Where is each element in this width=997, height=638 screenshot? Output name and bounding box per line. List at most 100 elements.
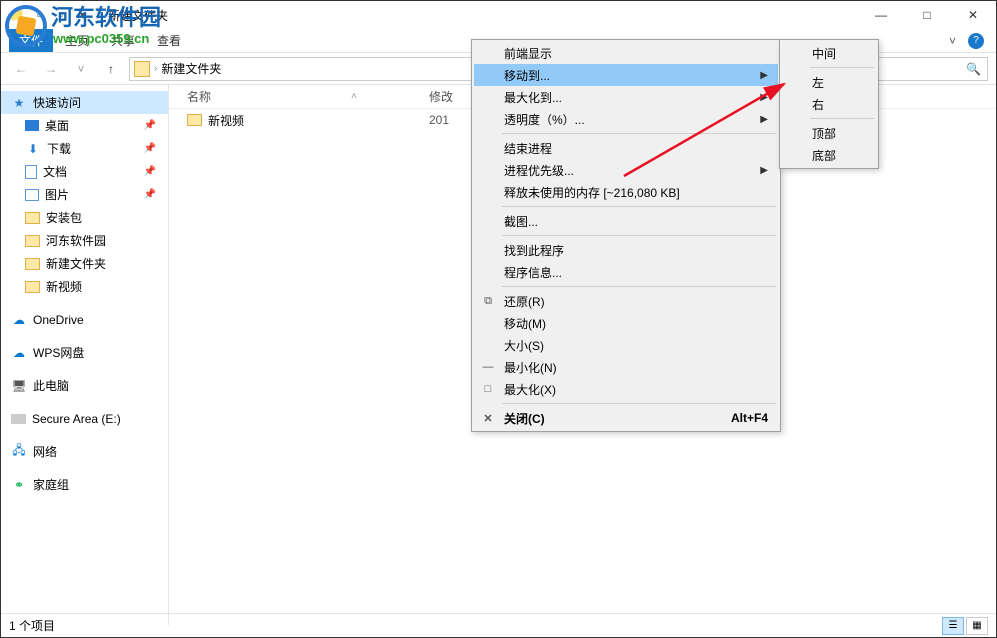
menu-item-close[interactable]: ✕关闭(C)Alt+F4 xyxy=(474,407,778,429)
context-menu: 前端显示 移动到...▶ 最大化到...▶ 透明度（%）...▶ 结束进程 进程… xyxy=(471,39,781,432)
menu-item-end-process[interactable]: 结束进程 xyxy=(474,137,778,159)
desktop-icon xyxy=(25,120,39,131)
menu-separator xyxy=(502,235,776,236)
submenu-item-center[interactable]: 中间 xyxy=(782,42,876,64)
submenu-item-right[interactable]: 右 xyxy=(782,93,876,115)
sidebar-item-documents[interactable]: 文档📌 xyxy=(1,160,168,183)
status-bar: 1 个项目 ☰ ▦ xyxy=(1,613,996,637)
minimize-button[interactable]: — xyxy=(858,1,904,29)
submenu-arrow-icon: ▶ xyxy=(760,165,768,176)
pic-icon xyxy=(25,189,39,201)
history-dropdown[interactable]: ˅ xyxy=(69,57,93,81)
sidebar-drive[interactable]: Secure Area (E:) xyxy=(1,407,168,430)
sidebar-item-folder[interactable]: 新建文件夹 xyxy=(1,252,168,275)
tab-home[interactable]: 主页 xyxy=(55,29,99,52)
menu-item-size[interactable]: 大小(S) xyxy=(474,334,778,356)
menu-item-transparency[interactable]: 透明度（%）...▶ xyxy=(474,108,778,130)
forward-button[interactable]: → xyxy=(39,57,63,81)
menu-item-restore[interactable]: ⧉还原(R) xyxy=(474,290,778,312)
sidebar-quick-access[interactable]: ★ 快速访问 xyxy=(1,91,168,114)
qat-dropdown[interactable]: ▾ xyxy=(75,7,91,23)
window-title: 新建文件夹 xyxy=(108,7,168,24)
menu-separator xyxy=(502,133,776,134)
menu-separator xyxy=(810,67,874,68)
qat-icon2[interactable]: ▫ xyxy=(53,7,69,23)
download-icon: ⬇ xyxy=(25,141,41,157)
menu-item-maximize[interactable]: □最大化(X) xyxy=(474,378,778,400)
pin-icon: 📌 xyxy=(144,166,156,177)
sidebar-item-desktop[interactable]: 桌面📌 xyxy=(1,114,168,137)
sidebar-this-pc[interactable]: 🖥此电脑 xyxy=(1,374,168,397)
view-details-button[interactable]: ☰ xyxy=(942,617,964,635)
sidebar-label: 快速访问 xyxy=(33,94,81,111)
menu-item-move[interactable]: 移动(M) xyxy=(474,312,778,334)
search-icon: 🔍 xyxy=(966,62,981,76)
chevron-icon[interactable]: › xyxy=(154,63,157,74)
menu-item-minimize[interactable]: —最小化(N) xyxy=(474,356,778,378)
folder-icon xyxy=(25,235,40,247)
homegroup-icon: ⚭ xyxy=(11,477,27,493)
close-button[interactable]: ✕ xyxy=(950,1,996,29)
sidebar-item-folder[interactable]: 安装包 xyxy=(1,206,168,229)
submenu-move-to: 中间 左 右 顶部 底部 xyxy=(779,39,879,169)
cloud-icon: ☁ xyxy=(11,312,27,328)
network-icon: 🖧 xyxy=(11,444,27,460)
menu-item-screenshot[interactable]: 截图... xyxy=(474,210,778,232)
menu-item-maximize-to[interactable]: 最大化到...▶ xyxy=(474,86,778,108)
sidebar-item-pictures[interactable]: 图片📌 xyxy=(1,183,168,206)
folder-icon xyxy=(25,258,40,270)
up-button[interactable]: ↑ xyxy=(99,57,123,81)
pin-icon: 📌 xyxy=(144,189,156,200)
submenu-item-top[interactable]: 顶部 xyxy=(782,122,876,144)
folder-icon xyxy=(134,61,150,77)
menu-item-priority[interactable]: 进程优先级...▶ xyxy=(474,159,778,181)
menu-item-front[interactable]: 前端显示 xyxy=(474,42,778,64)
menu-item-program-info[interactable]: 程序信息... xyxy=(474,261,778,283)
menu-separator xyxy=(810,118,874,119)
menu-separator xyxy=(502,286,776,287)
folder-icon xyxy=(25,212,40,224)
sidebar-wps[interactable]: ☁WPS网盘 xyxy=(1,341,168,364)
tab-share[interactable]: 共享 xyxy=(101,29,145,52)
ribbon-collapse[interactable]: ˅ xyxy=(949,34,956,48)
close-icon: ✕ xyxy=(480,412,496,425)
submenu-item-bottom[interactable]: 底部 xyxy=(782,144,876,166)
star-icon: ★ xyxy=(11,95,27,111)
column-name[interactable]: 名称˄ xyxy=(169,88,429,105)
titlebar: 📁 ▫ ▫ ▾ 新建文件夹 — □ ✕ xyxy=(1,1,996,29)
qat-icon1[interactable]: ▫ xyxy=(31,7,47,23)
menu-item-free-memory[interactable]: 释放未使用的内存 [~216,080 KB] xyxy=(474,181,778,203)
view-large-button[interactable]: ▦ xyxy=(966,617,988,635)
menu-separator xyxy=(502,206,776,207)
sidebar-network[interactable]: 🖧网络 xyxy=(1,440,168,463)
maximize-button[interactable]: □ xyxy=(904,1,950,29)
menu-item-find-program[interactable]: 找到此程序 xyxy=(474,239,778,261)
sidebar-homegroup[interactable]: ⚭家庭组 xyxy=(1,473,168,496)
sidebar: ★ 快速访问 桌面📌 ⬇下载📌 文档📌 图片📌 安装包 河东软件园 新建文件夹 … xyxy=(1,85,169,625)
status-count: 1 个项目 xyxy=(9,617,55,634)
minimize-icon: — xyxy=(480,361,496,373)
cloud-icon: ☁ xyxy=(11,345,27,361)
maximize-icon: □ xyxy=(480,383,496,395)
submenu-arrow-icon: ▶ xyxy=(760,114,768,125)
pin-icon: 📌 xyxy=(144,143,156,154)
submenu-arrow-icon: ▶ xyxy=(760,70,768,81)
search-input[interactable]: 🔍 xyxy=(868,57,988,81)
file-tab[interactable]: 文件 xyxy=(9,29,53,52)
folder-icon: 📁 xyxy=(9,7,25,23)
sidebar-item-folder[interactable]: 河东软件园 xyxy=(1,229,168,252)
menu-item-move-to[interactable]: 移动到...▶ xyxy=(474,64,778,86)
sidebar-onedrive[interactable]: ☁OneDrive xyxy=(1,308,168,331)
submenu-item-left[interactable]: 左 xyxy=(782,71,876,93)
sidebar-item-downloads[interactable]: ⬇下载📌 xyxy=(1,137,168,160)
submenu-arrow-icon: ▶ xyxy=(760,92,768,103)
breadcrumb-item[interactable]: 新建文件夹 xyxy=(161,60,221,77)
sidebar-item-folder[interactable]: 新视频 xyxy=(1,275,168,298)
folder-icon xyxy=(187,114,202,126)
pin-icon: 📌 xyxy=(144,120,156,131)
pc-icon: 🖥 xyxy=(11,378,27,394)
tab-view[interactable]: 查看 xyxy=(147,29,191,52)
help-icon[interactable]: ? xyxy=(968,33,984,49)
back-button[interactable]: ← xyxy=(9,57,33,81)
doc-icon xyxy=(25,165,37,179)
